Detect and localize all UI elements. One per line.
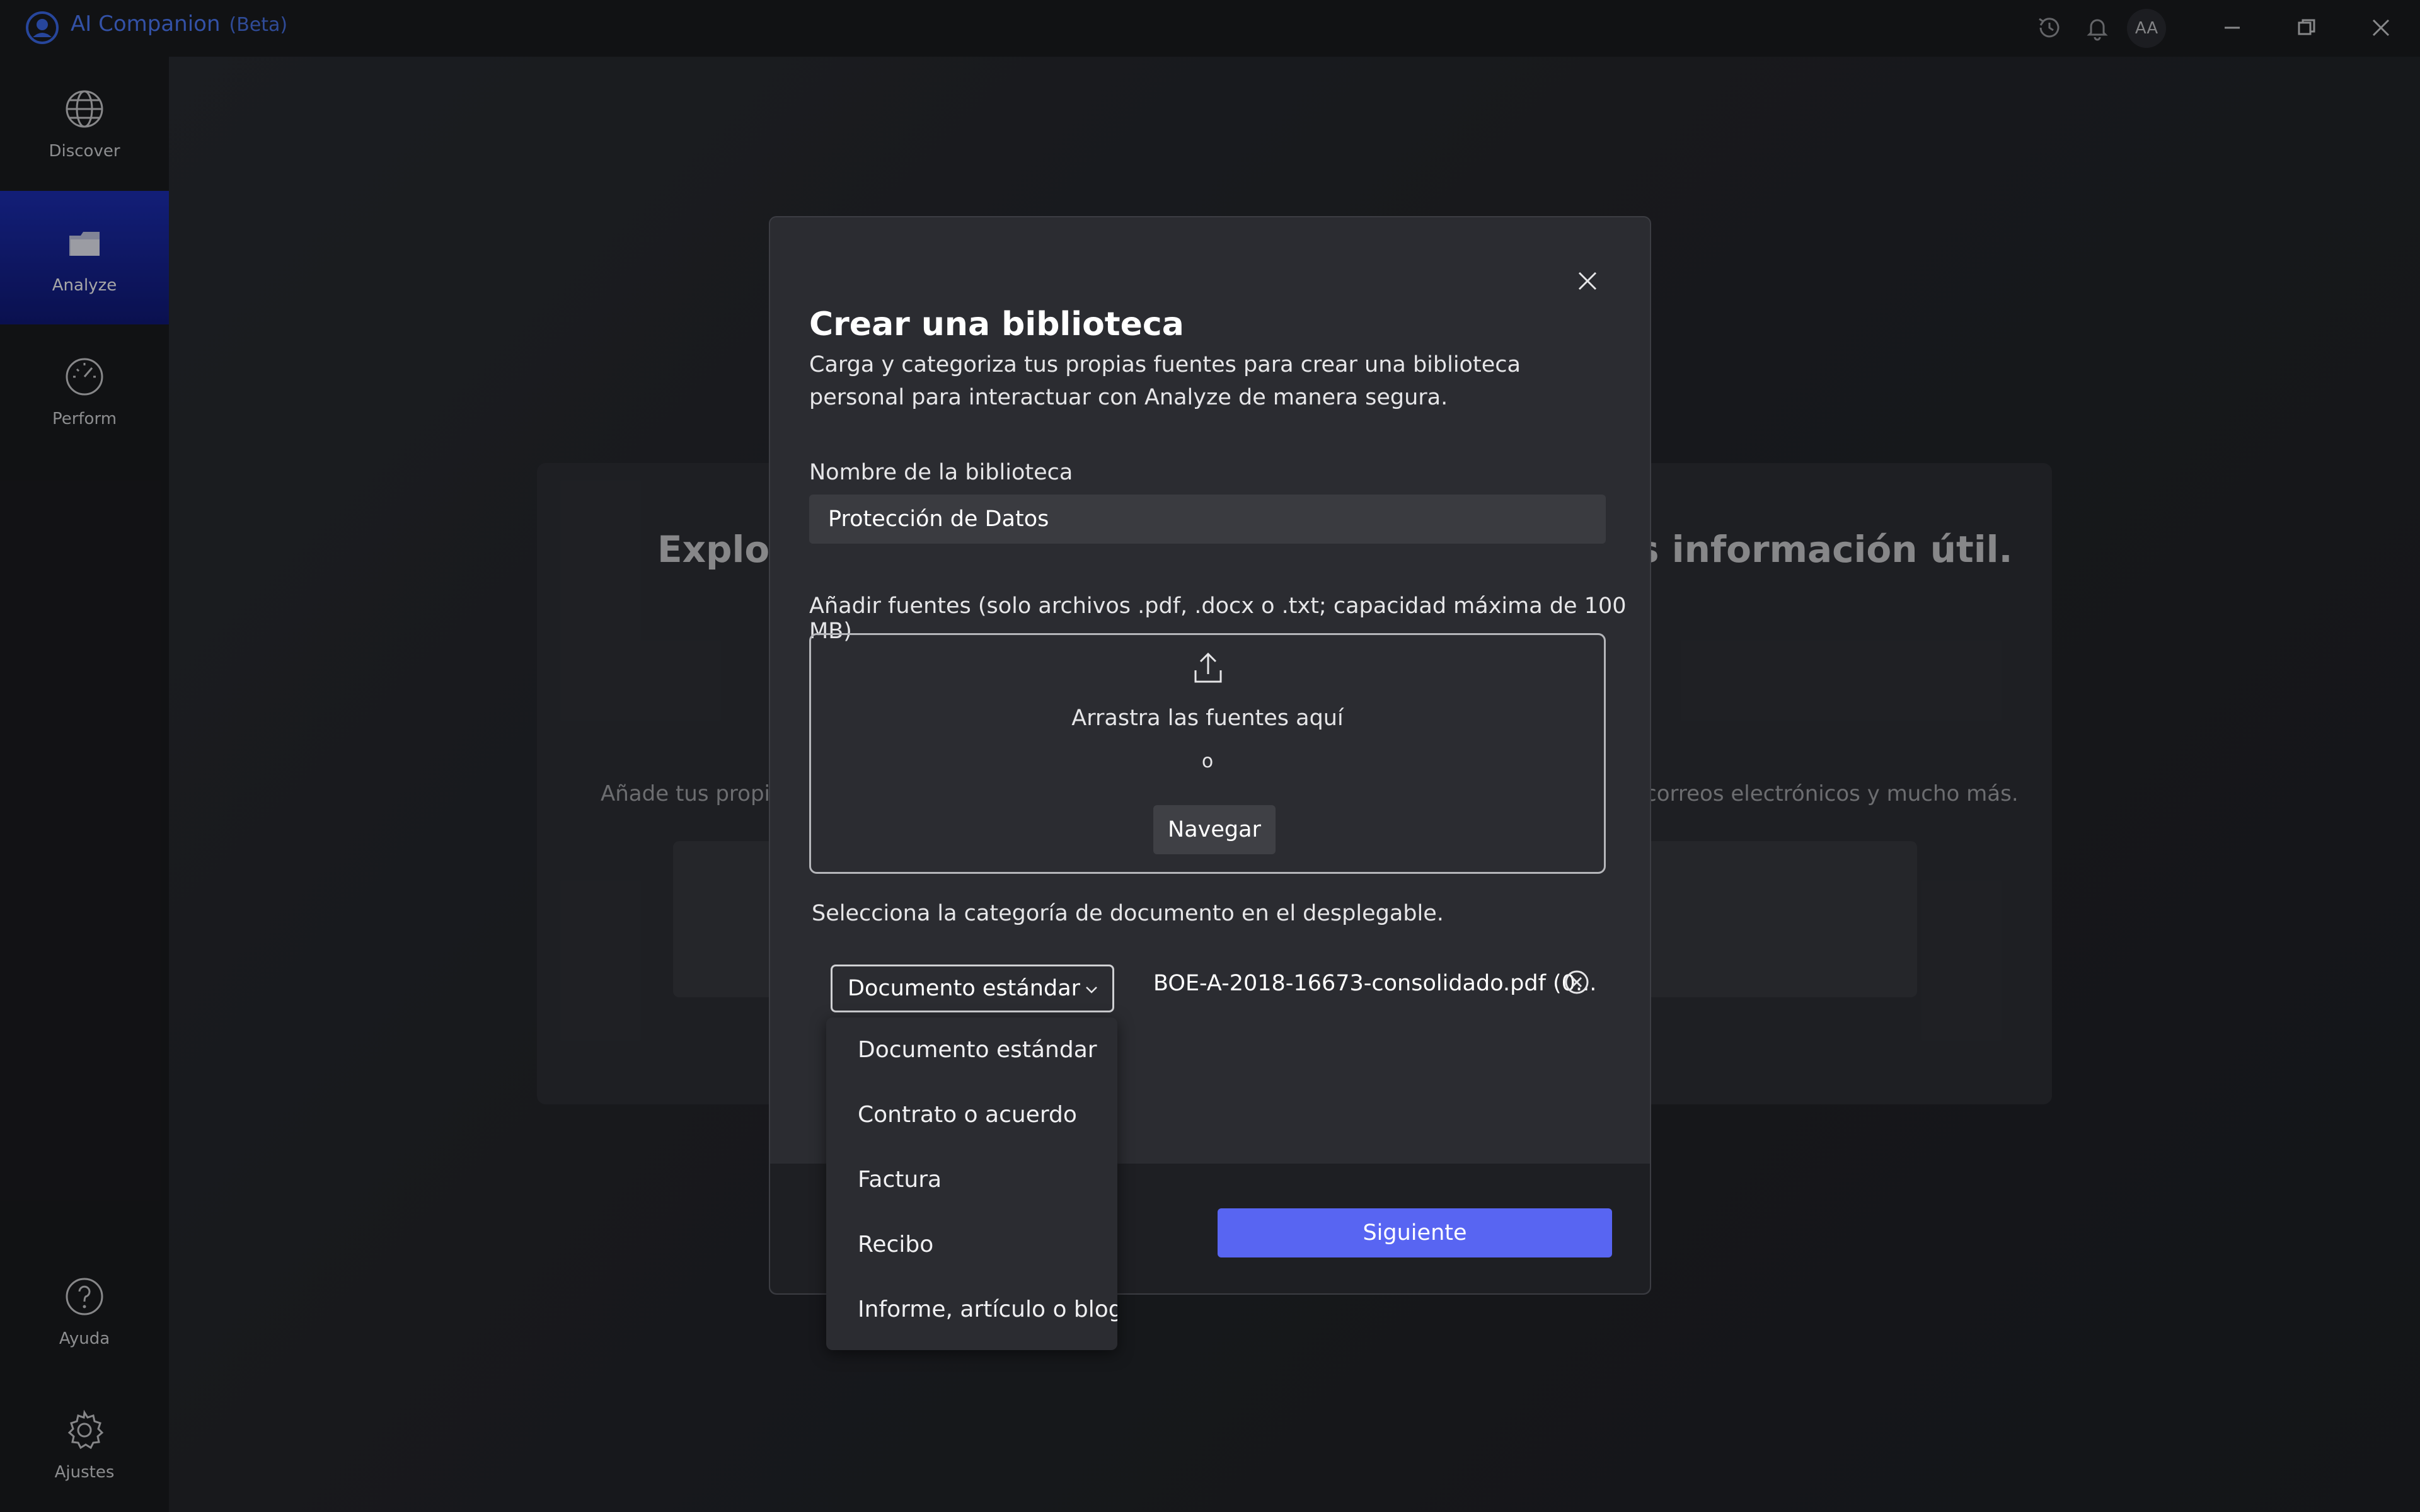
chevron-down-icon [1086,987,1097,994]
remove-file-icon[interactable] [1563,968,1591,996]
upload-icon [1194,652,1222,683]
dialog-description: Carga y categoriza tus propias fuentes p… [809,352,1521,410]
browse-button[interactable]: Navegar [1153,805,1276,854]
dropdown-option[interactable]: Factura [826,1147,1117,1212]
drop-or: o [1201,750,1214,772]
dialog-title: Crear una biblioteca [809,306,1184,343]
category-label: Selecciona la categoría de documento en … [812,901,1444,926]
category-select-value: Documento estándar [848,976,1081,1001]
drop-text: Arrastra las fuentes aquí [1071,706,1344,731]
category-select[interactable]: Documento estándar [831,965,1114,1012]
dropdown-option[interactable]: Contrato o acuerdo [826,1082,1117,1147]
dropdown-option[interactable]: Recibo [826,1212,1117,1277]
file-dropzone[interactable]: Arrastra las fuentes aquí o Navegar [809,633,1606,874]
dropdown-option[interactable]: Documento estándar [826,1017,1117,1082]
close-icon[interactable] [1572,265,1603,297]
file-name: BOE-A-2018-16673-consolidado.pdf (0... [1153,971,1597,996]
library-name-input[interactable] [809,495,1606,544]
library-name-label: Nombre de la biblioteca [809,460,1073,485]
next-button[interactable]: Siguiente [1218,1208,1612,1257]
category-dropdown-menu: Documento estándar Contrato o acuerdo Fa… [826,1017,1117,1350]
dropdown-option[interactable]: Informe, artículo o blog [826,1277,1117,1342]
